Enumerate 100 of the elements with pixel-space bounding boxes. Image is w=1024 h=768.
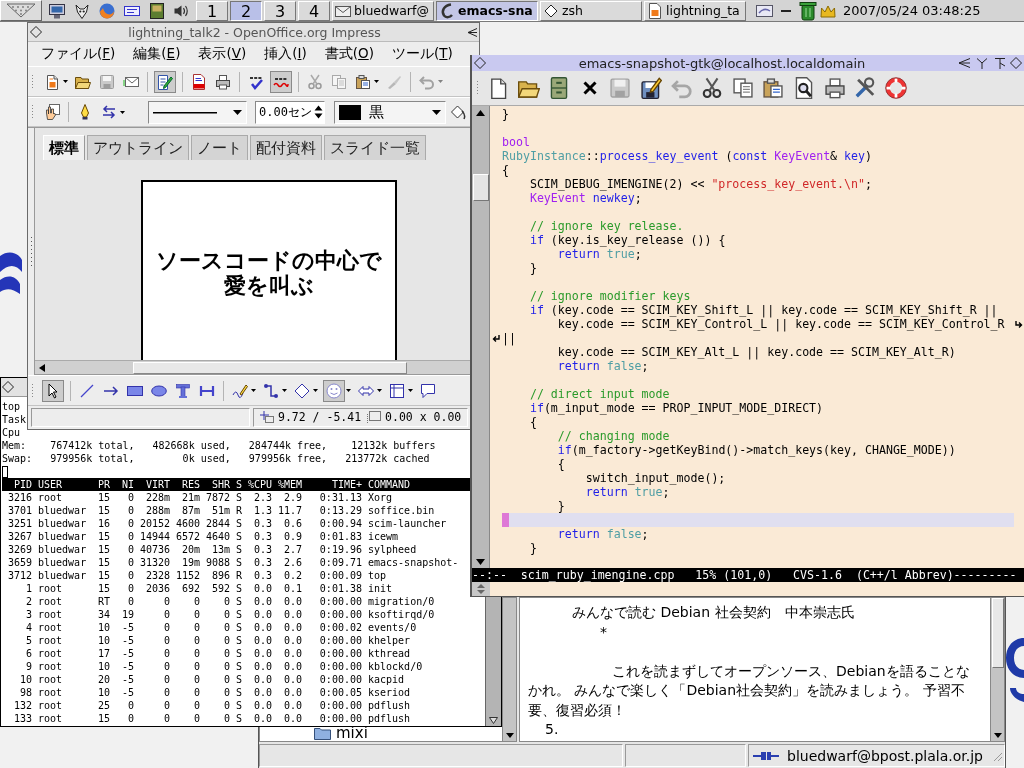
window-menu-icon[interactable] — [2, 381, 14, 393]
printer-icon[interactable] — [823, 77, 846, 99]
caret-icon[interactable] — [282, 389, 287, 392]
scrollbar-thumb[interactable] — [991, 598, 1004, 668]
crown-icon[interactable] — [820, 3, 836, 18]
window-menu-icon[interactable] — [474, 57, 486, 69]
down-arrow-icon[interactable] — [993, 733, 1002, 738]
lifebuoy-icon[interactable] — [884, 77, 907, 99]
table-cell: pdflush — [368, 699, 411, 712]
connector-icon[interactable] — [263, 382, 279, 399]
scroll-arrows-icon[interactable] — [472, 582, 490, 596]
tools-icon[interactable] — [854, 77, 877, 99]
menu-item[interactable]: 表示(V) — [197, 44, 248, 64]
editor-text-area[interactable] — [490, 106, 1024, 568]
pencil-document-icon[interactable] — [154, 70, 176, 93]
paint-bucket-icon[interactable] — [450, 104, 466, 120]
globe-icon[interactable] — [99, 2, 115, 19]
down-arrow-icon[interactable] — [476, 559, 485, 565]
up-arrow-icon[interactable] — [476, 110, 485, 116]
pointer-icon[interactable] — [42, 379, 64, 402]
view-tab[interactable]: アウトライン — [87, 135, 189, 160]
caret-icon[interactable] — [374, 80, 379, 83]
diamond-icon[interactable] — [294, 382, 310, 399]
text-icon[interactable] — [175, 382, 191, 399]
table-cell: 10 — [97, 686, 110, 699]
caret-icon[interactable] — [432, 109, 441, 115]
banded-document-icon[interactable] — [191, 73, 207, 90]
vertical-scrollbar[interactable] — [472, 106, 490, 568]
menu-item[interactable]: 編集(E) — [132, 44, 182, 64]
task-button[interactable]: zsh — [540, 0, 642, 21]
monitor-icon[interactable] — [49, 2, 65, 19]
left-angle-icon[interactable] — [467, 27, 477, 37]
view-tab[interactable]: 標準 — [43, 135, 85, 160]
frame-icon[interactable] — [389, 382, 405, 399]
disk-pencil-icon[interactable] — [639, 77, 662, 99]
horizontal-scrollbar[interactable] — [35, 360, 472, 374]
start-button[interactable] — [0, 0, 42, 21]
y-shape-icon[interactable] — [976, 57, 988, 69]
vertical-scrollbar[interactable] — [502, 598, 516, 741]
view-tab[interactable]: スライド一覧 — [324, 135, 426, 160]
caret-icon[interactable] — [251, 389, 256, 392]
vertical-scrollbar[interactable] — [990, 598, 1004, 741]
book-icon[interactable] — [149, 2, 165, 19]
workspace-button[interactable]: 1 — [196, 0, 228, 21]
view-tab[interactable]: ノート — [191, 135, 248, 160]
menu-item[interactable]: 書式(O) — [323, 44, 375, 64]
menu-item[interactable]: ファイル(F) — [40, 44, 117, 64]
hand-pointer-icon[interactable] — [44, 104, 60, 120]
table-cell: root — [38, 621, 63, 634]
workspace-button[interactable]: 3 — [264, 0, 296, 21]
copy-icon[interactable] — [731, 77, 754, 99]
wavy-underline-icon[interactable] — [270, 70, 292, 93]
task-button[interactable]: bluedwarf@ — [332, 0, 434, 21]
line-style-dropdown[interactable] — [148, 100, 247, 124]
task-button[interactable]: emacs-sna — [436, 0, 538, 21]
curve-icon[interactable] — [232, 382, 248, 399]
minibuffer-field[interactable] — [472, 582, 1024, 596]
table-cell: bluedwar — [38, 543, 87, 556]
left-angle-icon[interactable] — [958, 58, 970, 68]
folder-item[interactable]: mixi — [314, 726, 368, 740]
scrollbar-thumb[interactable] — [472, 174, 489, 201]
caret-icon[interactable] — [120, 110, 125, 114]
table-cell: 0 — [193, 673, 200, 686]
caret-icon[interactable] — [63, 80, 68, 83]
table-cell: 288m — [145, 504, 170, 517]
left-arrow-icon[interactable] — [39, 363, 45, 372]
workspace-button[interactable]: 2 — [230, 0, 262, 21]
clipboard-icon[interactable] — [762, 77, 785, 99]
clipboard-icon[interactable] — [355, 73, 371, 90]
caret-icon[interactable] — [346, 389, 351, 392]
view-tab[interactable]: 配付資料 — [250, 135, 322, 160]
table-cell: 0:00.02 — [319, 621, 362, 634]
line-color-dropdown[interactable]: 黒 — [334, 100, 446, 124]
table-cell: -5 — [121, 660, 134, 673]
window-icon[interactable] — [756, 2, 773, 19]
printer-icon[interactable] — [215, 73, 231, 90]
table-cell: 0:01.83 — [319, 530, 362, 543]
vertical-scrollbar[interactable] — [485, 597, 501, 726]
tee-icon[interactable] — [994, 57, 1006, 69]
window-menu-icon[interactable] — [30, 26, 42, 38]
scrollbar-thumb[interactable] — [133, 361, 407, 374]
task-button[interactable]: lightning_ta — [644, 0, 746, 21]
animal-head-icon[interactable] — [74, 2, 90, 19]
scissors-icon[interactable] — [701, 77, 724, 99]
line-icon[interactable] — [79, 382, 95, 399]
spinner-arrows-icon[interactable] — [314, 104, 323, 120]
line-width-spinbox[interactable]: 0.00セン — [255, 100, 325, 124]
workspace-button[interactable]: 4 — [298, 0, 330, 21]
menu-item[interactable]: ツール(T) — [391, 44, 454, 64]
table-cell: 2.9 — [283, 491, 302, 504]
arrows-icon[interactable] — [101, 104, 117, 120]
menu-item[interactable]: 挿入(I) — [263, 44, 308, 64]
caret-icon[interactable] — [377, 389, 382, 392]
new-document-icon[interactable] — [44, 73, 60, 90]
ellipse-icon[interactable] — [151, 382, 167, 399]
caret-icon[interactable] — [233, 109, 242, 115]
caret-icon[interactable] — [408, 389, 413, 392]
trash-can-icon[interactable] — [799, 0, 817, 21]
callout-icon[interactable] — [420, 382, 436, 399]
caret-icon[interactable] — [313, 389, 318, 392]
